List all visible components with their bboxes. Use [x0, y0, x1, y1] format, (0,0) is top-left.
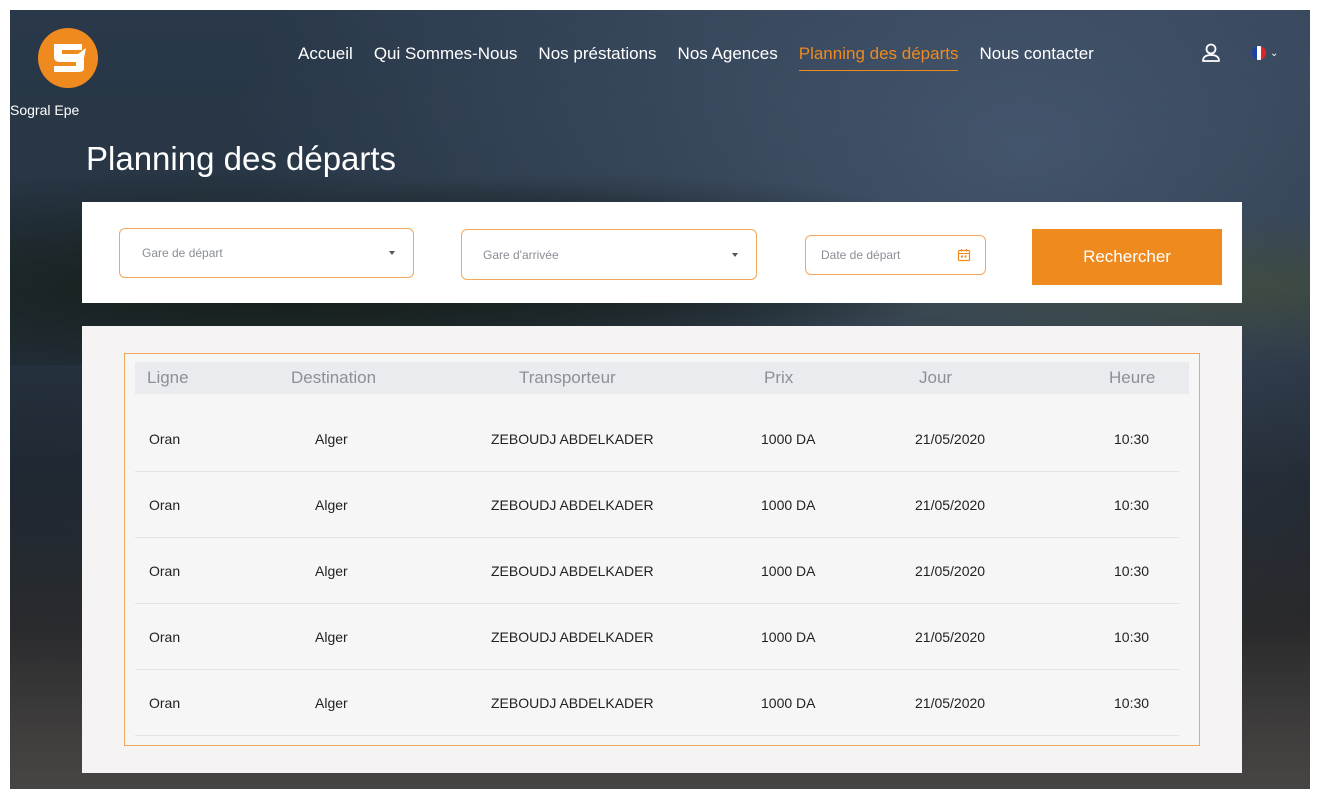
- cell-transporteur: ZEBOUDJ ABDELKADER: [491, 695, 654, 711]
- table-header: Ligne Destination Transporteur Prix Jour…: [135, 362, 1189, 394]
- cell-jour: 21/05/2020: [915, 563, 986, 579]
- cell-destination: Alger: [315, 563, 348, 579]
- nav-item-qui-sommes-nous[interactable]: Qui Sommes-Nous: [374, 44, 518, 71]
- gare-arrivee-placeholder: Gare d'arrivée: [483, 247, 559, 262]
- column-header-ligne: Ligne: [147, 368, 189, 387]
- cell-ligne: Oran: [149, 695, 181, 711]
- cell-heure: 10:30: [1114, 563, 1150, 579]
- nav-item-prestations[interactable]: Nos préstations: [538, 44, 656, 71]
- cell-ligne: Oran: [149, 497, 181, 513]
- cell-prix: 1000 DA: [761, 629, 816, 645]
- page-title: Planning des départs: [86, 140, 397, 177]
- cell-prix: 1000 DA: [761, 695, 816, 711]
- flag-fr-icon: [1252, 46, 1266, 60]
- gare-arrivee-select[interactable]: Gare d'arrivée: [461, 229, 757, 280]
- cell-prix: 1000 DA: [761, 431, 816, 447]
- chevron-down-icon: ⌄: [1270, 47, 1279, 59]
- schedule-panel: Ligne Destination Transporteur Prix Jour…: [82, 326, 1242, 773]
- cell-prix: 1000 DA: [761, 497, 816, 513]
- column-header-transporteur: Transporteur: [519, 368, 616, 387]
- logo-mark: [54, 44, 86, 72]
- logo-icon[interactable]: [38, 28, 98, 88]
- table-row[interactable]: Oran Alger ZEBOUDJ ABDELKADER 1000 DA 21…: [135, 670, 1179, 736]
- cell-heure: 10:30: [1114, 431, 1150, 447]
- nav-item-accueil[interactable]: Accueil: [298, 44, 353, 71]
- table-row[interactable]: Oran Alger ZEBOUDJ ABDELKADER 1000 DA 21…: [135, 406, 1179, 472]
- column-header-jour: Jour: [919, 368, 953, 387]
- nav-item-agences[interactable]: Nos Agences: [678, 44, 778, 71]
- caret-down-icon: [732, 252, 738, 257]
- user-icon[interactable]: [1200, 42, 1222, 64]
- column-header-prix: Prix: [764, 368, 794, 387]
- cell-prix: 1000 DA: [761, 563, 816, 579]
- cell-destination: Alger: [315, 695, 348, 711]
- schedule-table: Ligne Destination Transporteur Prix Jour…: [124, 353, 1200, 746]
- cell-jour: 21/05/2020: [915, 497, 986, 513]
- nav-item-planning[interactable]: Planning des départs: [798, 44, 959, 71]
- language-selector[interactable]: ⌄: [1252, 46, 1278, 60]
- cell-transporteur: ZEBOUDJ ABDELKADER: [491, 431, 654, 447]
- column-header-destination: Destination: [291, 368, 377, 387]
- cell-jour: 21/05/2020: [915, 629, 986, 645]
- calendar-icon[interactable]: [957, 248, 971, 262]
- cell-jour: 21/05/2020: [915, 431, 986, 447]
- cell-ligne: Oran: [149, 563, 181, 579]
- rechercher-button[interactable]: Rechercher: [1032, 229, 1222, 285]
- cell-destination: Alger: [315, 629, 348, 645]
- cell-destination: Alger: [315, 497, 348, 513]
- cell-ligne: Oran: [149, 629, 181, 645]
- gare-depart-select[interactable]: Gare de départ: [119, 228, 414, 278]
- cell-transporteur: ZEBOUDJ ABDELKADER: [491, 563, 654, 579]
- cell-ligne: Oran: [149, 431, 181, 447]
- date-depart-placeholder: Date de départ: [821, 248, 901, 262]
- table-row[interactable]: Oran Alger ZEBOUDJ ABDELKADER 1000 DA 21…: [135, 604, 1179, 670]
- cell-heure: 10:30: [1114, 629, 1150, 645]
- nav-item-contact[interactable]: Nous contacter: [979, 44, 1093, 71]
- cell-transporteur: ZEBOUDJ ABDELKADER: [491, 629, 654, 645]
- cell-jour: 21/05/2020: [915, 695, 986, 711]
- main-nav: Accueil Qui Sommes-Nous Nos préstations …: [298, 44, 1115, 71]
- date-depart-input[interactable]: Date de départ: [805, 235, 986, 275]
- table-row[interactable]: Oran Alger ZEBOUDJ ABDELKADER 1000 DA 21…: [135, 538, 1179, 604]
- column-header-heure: Heure: [1109, 368, 1156, 387]
- cell-heure: 10:30: [1114, 497, 1150, 513]
- table-row[interactable]: Oran Alger ZEBOUDJ ABDELKADER 1000 DA 21…: [135, 472, 1179, 538]
- gare-depart-placeholder: Gare de départ: [142, 246, 223, 260]
- cell-destination: Alger: [315, 431, 348, 447]
- cell-transporteur: ZEBOUDJ ABDELKADER: [491, 497, 654, 513]
- caret-down-icon: [389, 251, 395, 255]
- cell-heure: 10:30: [1114, 695, 1150, 711]
- search-panel: Gare de départ Gare d'arrivée Date de dé…: [82, 202, 1242, 303]
- brand-name: Sogral Epe: [10, 102, 80, 118]
